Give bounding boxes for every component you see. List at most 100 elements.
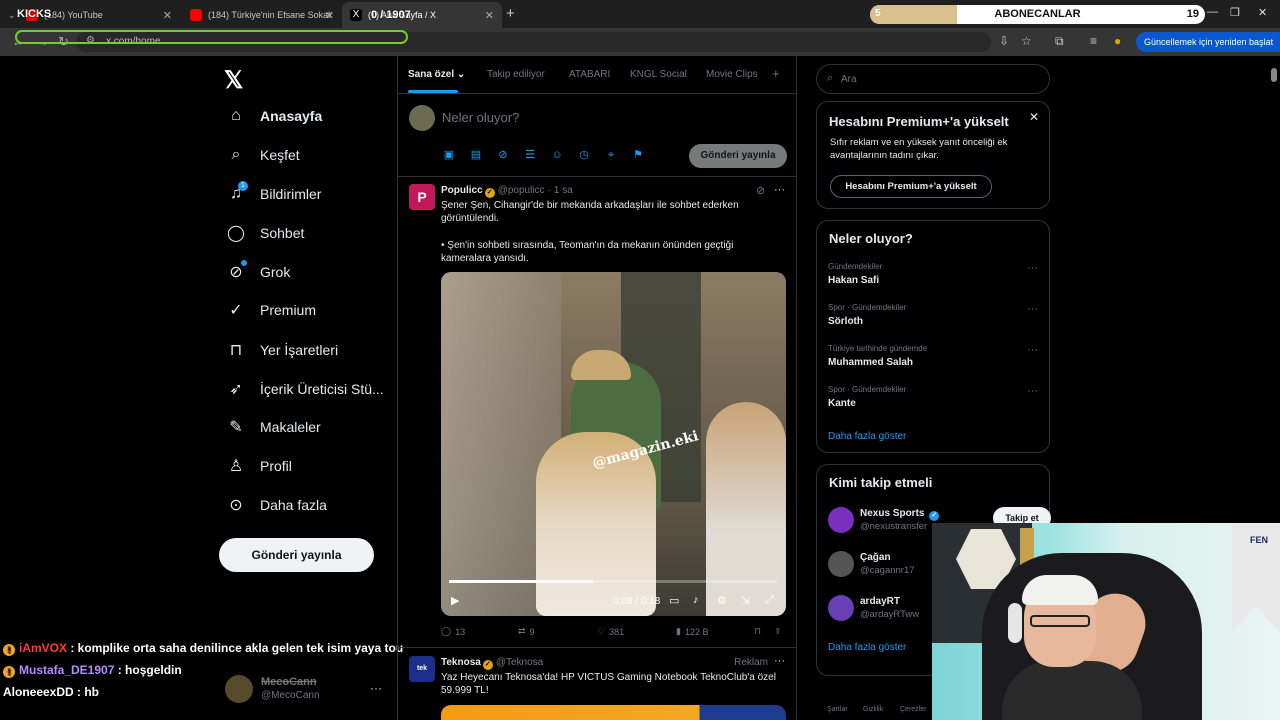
trend-item[interactable]: Türkiye tarihinde gündemde Muhammed Sala… <box>828 344 1038 368</box>
avatar <box>225 675 253 703</box>
kicks-overlay: KICKS <box>17 8 52 20</box>
trends-show-more[interactable]: Daha fazla göster <box>828 431 906 442</box>
trend-item[interactable]: Spor · Gündemdekiler Sörloth ··· <box>828 303 1038 327</box>
nav-profile[interactable]: ♙ Profil <box>226 456 292 476</box>
heart-icon: ♡ <box>597 626 606 636</box>
tweet-author[interactable]: Populicc <box>441 185 483 196</box>
repost-button[interactable]: ⇄ 9 <box>518 626 535 637</box>
footer-link-terms[interactable]: Şartlar <box>827 706 848 713</box>
new-tab-icon[interactable]: + <box>506 5 515 22</box>
nav-home[interactable]: ⌂ Anasayfa <box>226 106 322 126</box>
nav-articles[interactable]: ✎ Makaleler <box>226 417 320 437</box>
pip-icon[interactable]: ⇲ <box>741 594 750 607</box>
headphone-icon <box>1008 603 1022 643</box>
nav-premium[interactable]: ✓ Premium <box>226 300 316 320</box>
search-input[interactable]: ⌕ Ara <box>816 64 1050 94</box>
more-dots-icon[interactable]: ··· <box>774 655 785 667</box>
tab-kngl-social[interactable]: KNGL Social <box>630 69 687 80</box>
more-dots-icon[interactable]: ··· <box>1027 385 1038 397</box>
flag-icon[interactable]: ⚑ <box>631 148 645 162</box>
window-close-icon[interactable]: ✕ <box>1258 6 1267 19</box>
account-handle: @MecoCann <box>261 690 320 701</box>
schedule-icon[interactable]: ◷ <box>577 148 591 162</box>
video-progress[interactable] <box>449 580 777 583</box>
play-icon[interactable]: ▶ <box>451 594 459 607</box>
gif-icon[interactable]: ▤ <box>469 148 483 162</box>
trend-name: Muhammed Salah <box>828 357 914 368</box>
compose-input[interactable]: Neler oluyor? <box>442 110 519 125</box>
share-icon[interactable]: ⇪ <box>774 626 782 637</box>
video-player[interactable]: @magazin.eki ▶ 0:08 / 0:18 ▭ ♪ ⚙ ⇲ ⤢ <box>441 272 786 616</box>
avatar[interactable]: tek <box>409 656 435 682</box>
more-dots-icon[interactable]: ··· <box>1027 344 1038 356</box>
tweet-header: Populicc ✓ @populicc · 1 sa <box>441 185 573 198</box>
nav-chat[interactable]: ◯ Sohbet <box>226 223 304 243</box>
close-icon[interactable]: ✕ <box>325 9 334 22</box>
views-button[interactable]: ▮ 122 B <box>676 626 708 637</box>
more-dots-icon[interactable]: ··· <box>1027 303 1038 315</box>
verified-icon: ✓ <box>929 511 940 521</box>
nav-more[interactable]: ⊙ Daha fazla <box>226 495 327 515</box>
ad-banner-image[interactable] <box>441 705 786 720</box>
tab-atabari[interactable]: ATABARI <box>569 69 610 80</box>
trend-item[interactable]: Gündemdekiler Hakan Safi ··· <box>828 262 1038 286</box>
nav-grok[interactable]: ⊘ Grok <box>226 260 290 282</box>
follow-show-more[interactable]: Daha fazla göster <box>828 642 906 653</box>
grok-icon[interactable]: ⊘ <box>496 148 510 162</box>
close-icon[interactable]: ✕ <box>485 9 494 22</box>
tab-youtube-2[interactable]: (184) Türkiye'nin Efsane Sokak ✕ <box>182 4 342 26</box>
like-button[interactable]: ♡ 381 <box>597 626 624 637</box>
premium-upgrade-button[interactable]: Hesabını Premium+'a yükselt <box>830 175 992 198</box>
settings-icon[interactable]: ⚙ <box>717 594 727 607</box>
image-icon[interactable]: ▣ <box>442 148 456 162</box>
profile-avatar-icon[interactable]: ● <box>1114 34 1121 48</box>
tab-x-home[interactable]: X (1) Ana Sayfa / X ✕ <box>342 2 502 28</box>
trend-item[interactable]: Spor · Gündemdekiler Kante ··· <box>828 385 1038 409</box>
tab-movie-clips[interactable]: Movie Clips <box>706 69 758 80</box>
bookmark-icon: ⊓ <box>229 342 243 359</box>
post-button[interactable]: Gönderi yayınla <box>219 538 374 572</box>
update-button[interactable]: Güncellemek için yeniden başlat ⋮ <box>1136 32 1280 52</box>
fullscreen-icon[interactable]: ⤢ <box>765 594 774 607</box>
chevron-down-icon: ⌄ <box>456 69 466 80</box>
close-icon[interactable]: ✕ <box>1029 110 1039 124</box>
scrollbar[interactable] <box>1271 68 1277 82</box>
tab-for-you[interactable]: Sana özel ⌄ <box>408 69 465 80</box>
more-dots-icon[interactable]: ··· <box>370 681 382 695</box>
nav-notifications[interactable]: ♫ 1 Bildirimler <box>226 181 321 204</box>
poll-icon[interactable]: ☰ <box>523 148 537 162</box>
bookmark-icon[interactable]: ⊓ <box>754 626 761 637</box>
compose-post-button[interactable]: Gönderi yayınla <box>689 144 787 168</box>
install-icon[interactable]: ⇩ <box>999 34 1009 48</box>
nav-bookmarks[interactable]: ⊓ Yer İşaretleri <box>226 340 338 360</box>
tweet-handle[interactable]: @Teknosa <box>496 657 543 668</box>
tweet-author[interactable]: Teknosa <box>441 657 481 668</box>
volume-icon[interactable]: ♪ <box>693 594 699 606</box>
add-tab-icon[interactable]: + <box>772 66 780 81</box>
footer-link-cookies[interactable]: Çerezler <box>900 706 926 713</box>
location-icon[interactable]: ⌖ <box>604 148 618 162</box>
close-icon[interactable]: ✕ <box>163 9 172 22</box>
chat-username: iAmVOX <box>19 641 68 655</box>
captions-icon[interactable]: ▭ <box>669 594 679 607</box>
nav-creator-studio[interactable]: ➶ İçerik Üreticisi Stü... <box>226 379 384 399</box>
tab-following[interactable]: Takip ediliyor <box>487 69 545 80</box>
grok-icon[interactable]: ⊘ <box>756 184 765 197</box>
more-dots-icon[interactable]: ··· <box>1027 262 1038 274</box>
restore-icon[interactable]: ❐ <box>1230 6 1240 19</box>
reply-button[interactable]: ◯ 13 <box>441 626 465 637</box>
star-icon[interactable]: ☆ <box>1021 34 1032 48</box>
footer-link-privacy[interactable]: Gizlilik <box>863 706 883 713</box>
avatar[interactable]: P <box>409 184 435 210</box>
tweet-handle[interactable]: @populicc <box>498 185 545 196</box>
main-feed: Sana özel ⌄ Takip ediliyor ATABARI KNGL … <box>397 56 797 720</box>
minimize-icon[interactable]: — <box>1207 6 1218 18</box>
media-icon[interactable]: ≡ <box>1090 34 1097 48</box>
tweet-time[interactable]: 1 sa <box>554 185 573 196</box>
nav-explore[interactable]: ⌕ Keşfet <box>226 145 300 165</box>
x-logo-icon[interactable]: 𝕏 <box>224 66 243 95</box>
more-dots-icon[interactable]: ··· <box>774 184 785 196</box>
nav-label: İçerik Üreticisi Stü... <box>260 381 384 397</box>
emoji-icon[interactable]: ☺ <box>550 148 564 162</box>
extensions-icon[interactable]: ⧉ <box>1055 34 1064 49</box>
